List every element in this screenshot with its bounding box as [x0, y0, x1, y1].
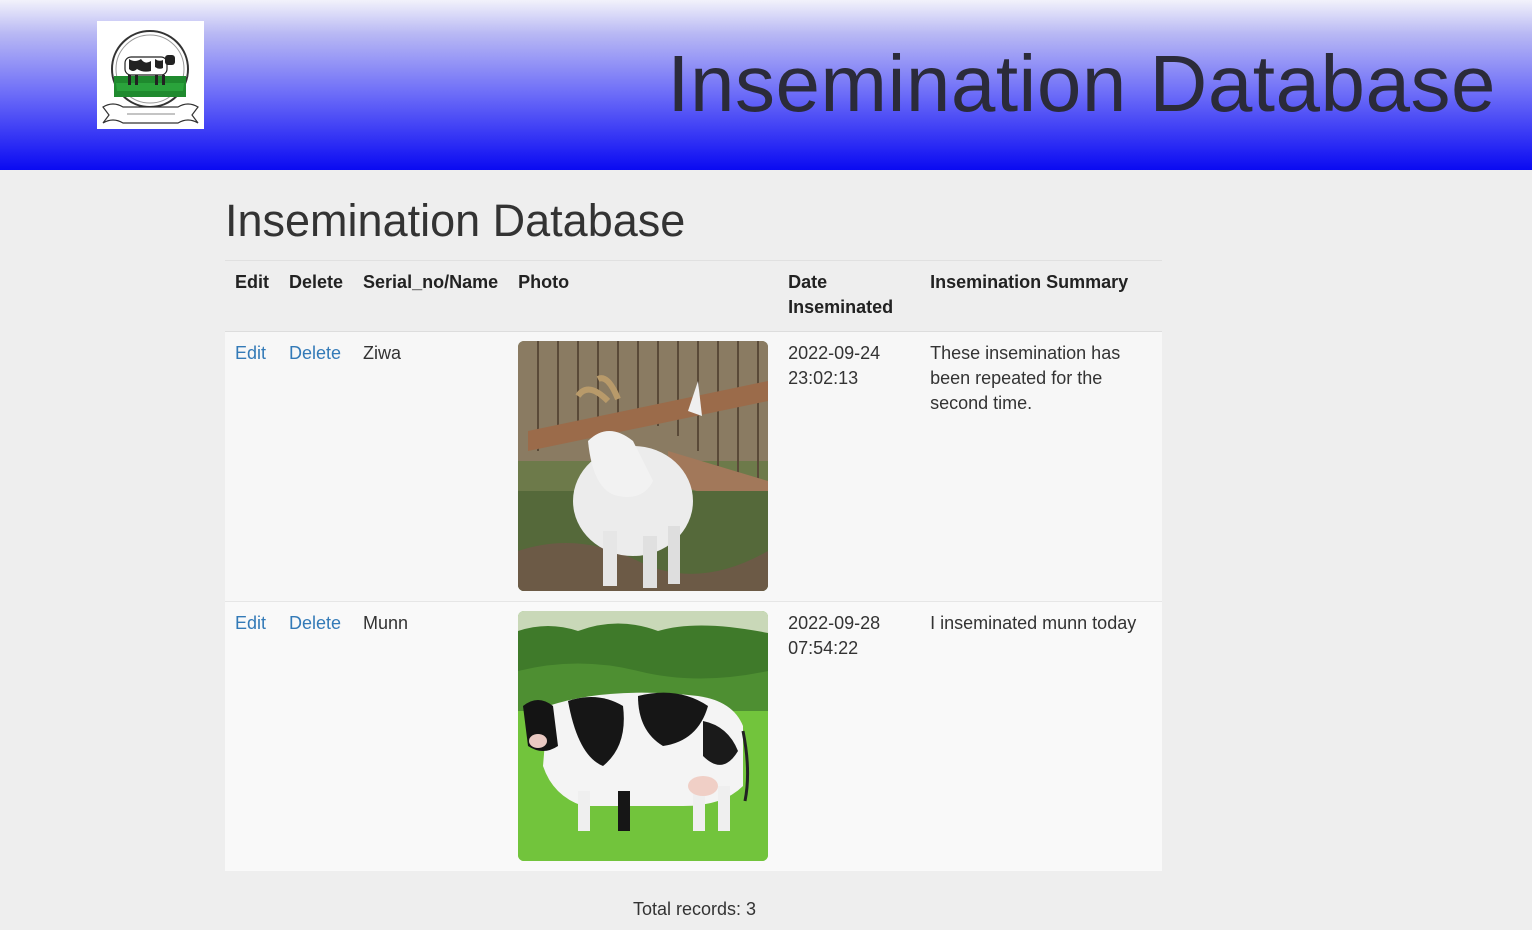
date-cell: 2022-09-28 07:54:22 [778, 601, 921, 871]
insemination-table: Edit Delete Serial_no/Name Photo Date Ins… [225, 260, 1162, 871]
column-header-date: Date Inseminated [778, 260, 921, 332]
total-records: Total records: 3 [633, 899, 757, 919]
column-header-edit: Edit [225, 260, 279, 332]
table-row: Edit Delete Munn 2022-09-28 07:54:22 I i… [225, 601, 1162, 871]
table-row: Edit Delete Ziwa 2022-09-24 23:02:13 The… [225, 331, 1162, 602]
page-header: Insemination Database [0, 0, 1532, 170]
date-cell: 2022-09-24 23:02:13 [778, 331, 921, 602]
delete-cell: Delete [279, 601, 354, 871]
date-inseminated: 2022-09-28 [788, 613, 881, 633]
goat-photo [518, 341, 769, 591]
time-inseminated: 23:02:13 [788, 368, 859, 388]
summary-cell: These insemination has been repeated for… [920, 331, 1162, 602]
column-header-date-line2: Inseminated [788, 297, 894, 317]
column-header-photo: Photo [508, 260, 779, 332]
edit-cell: Edit [225, 331, 279, 602]
delete-cell: Delete [279, 331, 354, 602]
page-title: Insemination Database [225, 195, 686, 246]
delete-link[interactable]: Delete [289, 613, 341, 633]
column-header-delete: Delete [279, 260, 354, 332]
animal-name: Munn [353, 601, 509, 871]
column-header-date-line1: Date [788, 272, 828, 292]
edit-link[interactable]: Edit [235, 613, 266, 633]
time-inseminated: 07:54:22 [788, 638, 859, 658]
column-header-summary: Insemination Summary [920, 260, 1162, 332]
column-header-name: Serial_no/Name [353, 260, 509, 332]
cow-photo [518, 611, 769, 861]
photo-cell [508, 601, 779, 871]
cow-logo-icon [97, 21, 204, 129]
delete-link[interactable]: Delete [289, 343, 341, 363]
edit-link[interactable]: Edit [235, 343, 266, 363]
summary-cell: I inseminated munn today [920, 601, 1162, 871]
animal-name: Ziwa [353, 331, 509, 602]
header-title: Insemination Database [667, 39, 1496, 128]
edit-cell: Edit [225, 601, 279, 871]
date-inseminated: 2022-09-24 [788, 343, 881, 363]
table-header-row: Edit Delete Serial_no/Name Photo Date Ins… [225, 260, 1162, 332]
photo-cell [508, 331, 779, 602]
